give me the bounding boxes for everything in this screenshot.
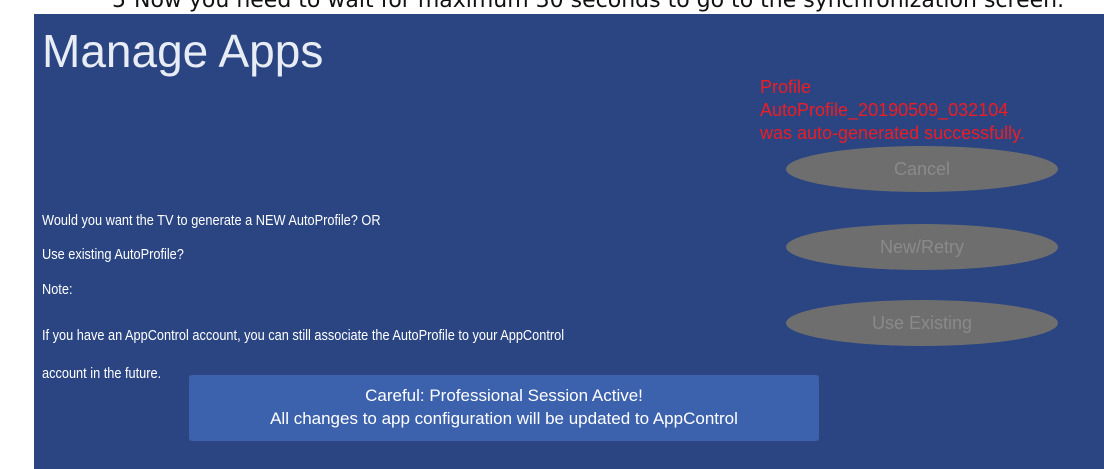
message-line: Would you want the TV to generate a NEW …	[42, 213, 381, 229]
cancel-button[interactable]: Cancel	[786, 146, 1058, 192]
notice-line: AutoProfile_20190509_032104	[760, 100, 1009, 120]
session-toast: Careful: Professional Session Active! Al…	[189, 375, 819, 441]
message-line: account in the future.	[42, 366, 162, 382]
step-text: Now you need to wait for maximum 30 seco…	[134, 0, 1065, 13]
message-line: Note:	[42, 282, 73, 298]
tv-screen: Manage Apps Profile AutoProfile_20190509…	[34, 14, 1104, 469]
notice-line: Profile	[760, 77, 812, 97]
use-existing-button[interactable]: Use Existing	[786, 300, 1058, 346]
toast-line: Careful: Professional Session Active!	[365, 386, 643, 405]
document-step-line: 5 Now you need to wait for maximum 30 se…	[0, 0, 1104, 14]
page-title: Manage Apps	[42, 25, 324, 77]
notice-line: was auto-generated successfully.	[760, 123, 1025, 143]
new-retry-button[interactable]: New/Retry	[786, 224, 1058, 270]
toast-line: All changes to app configuration will be…	[270, 409, 738, 428]
message-line: Use existing AutoProfile?	[42, 247, 184, 263]
message-line: If you have an AppControl account, you c…	[42, 328, 565, 344]
step-number: 5	[112, 0, 126, 13]
profile-notice: Profile AutoProfile_20190509_032104 was …	[760, 76, 1100, 145]
